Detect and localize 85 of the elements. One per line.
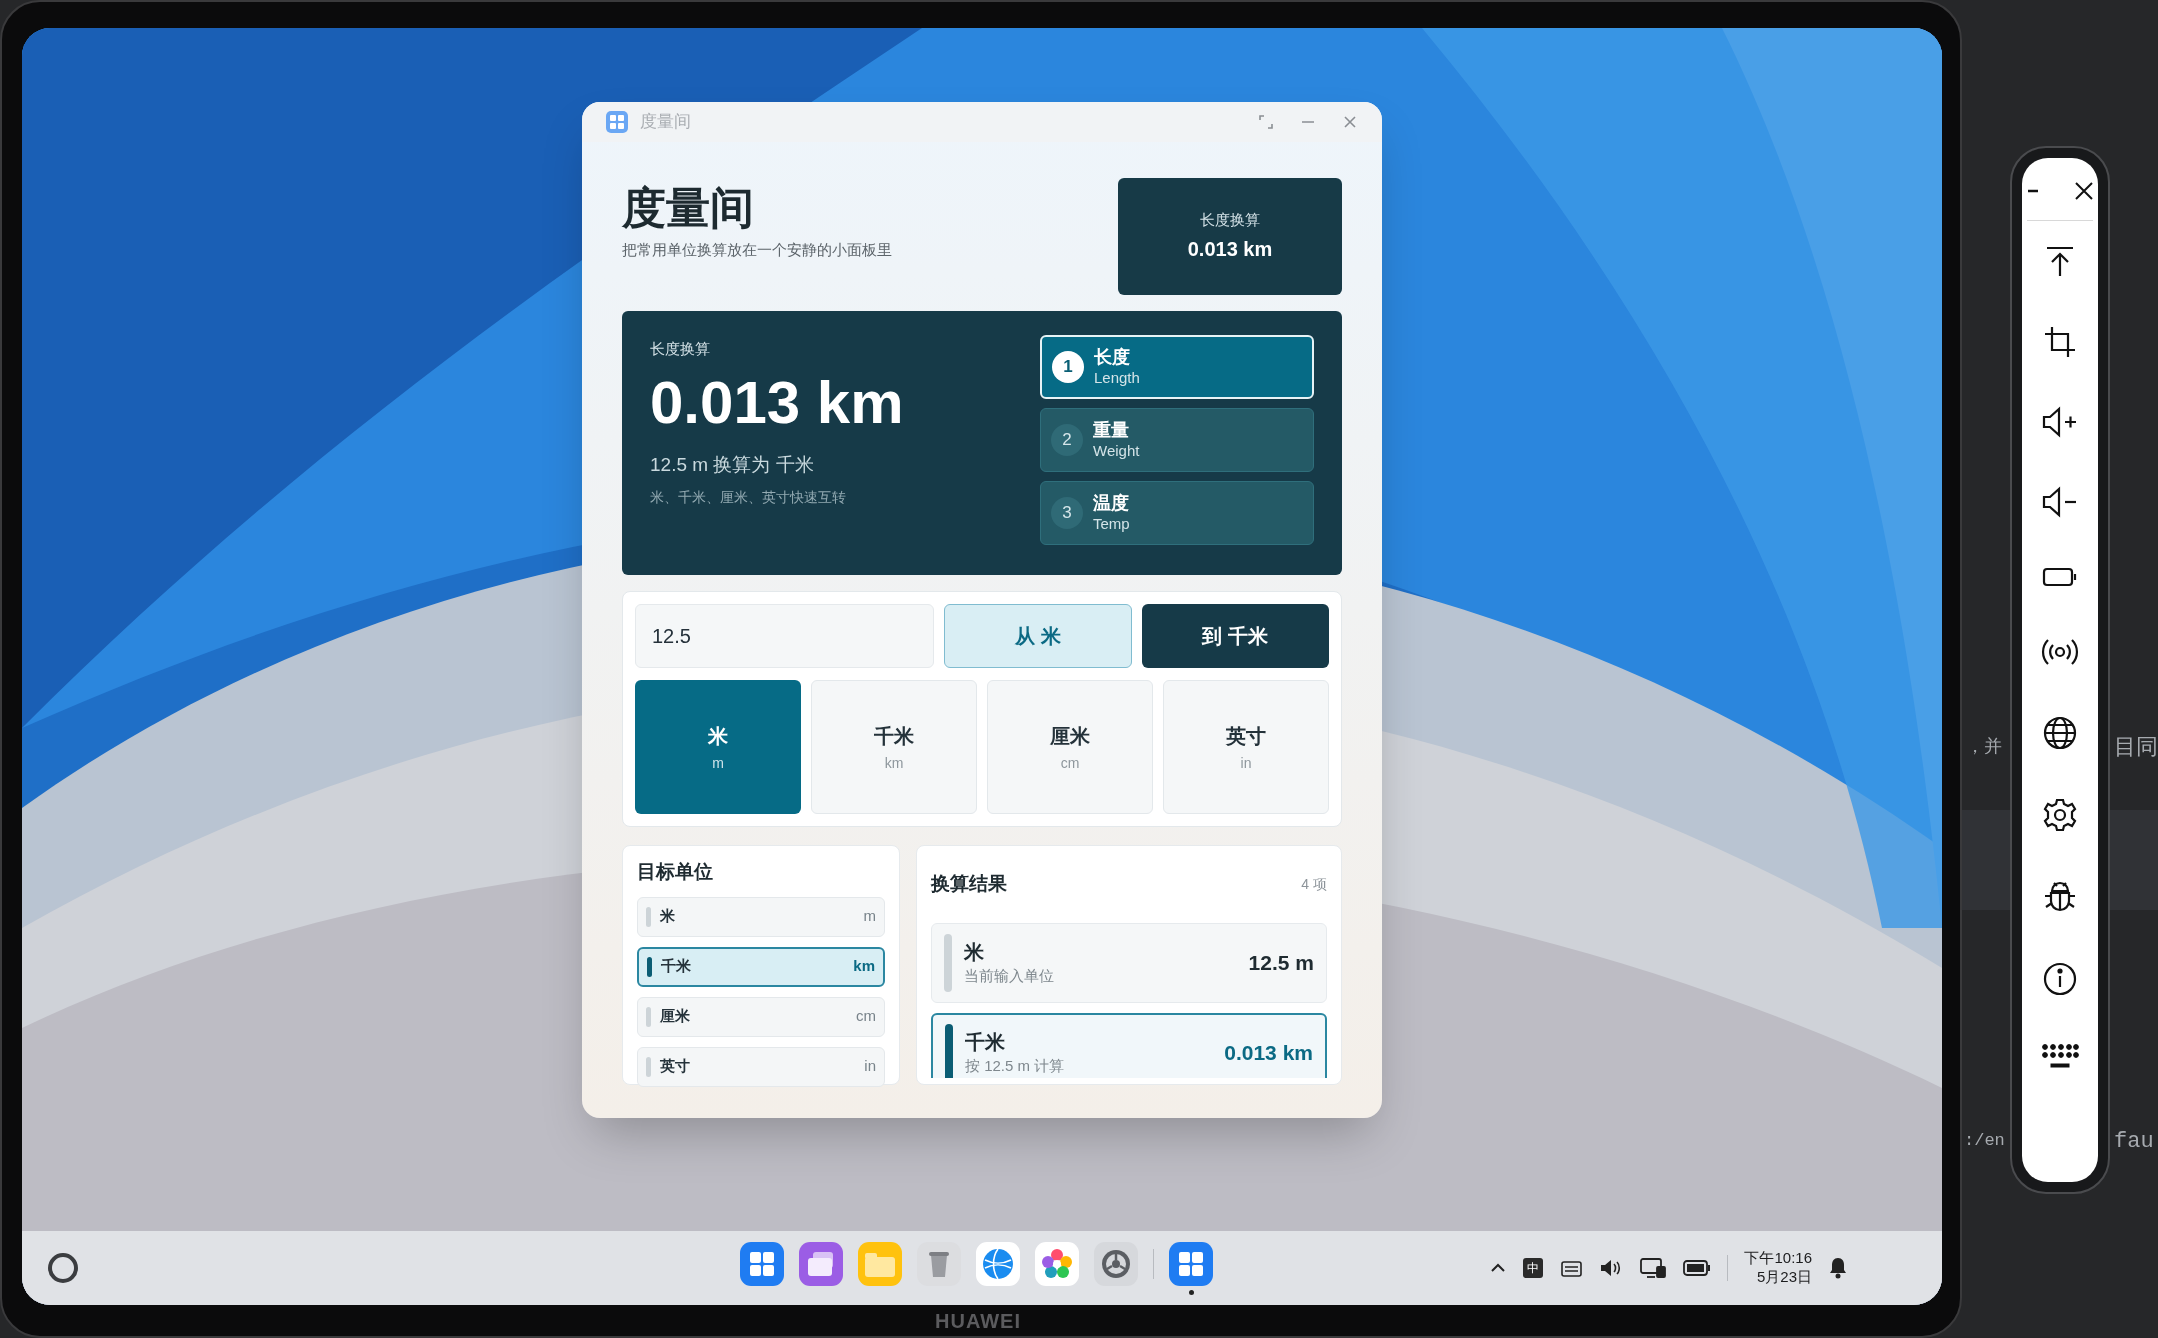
card-title: 换算结果 — [931, 872, 1007, 896]
clock-date: 5月23日 — [1756, 1268, 1812, 1287]
volume-down-icon[interactable] — [2041, 485, 2079, 519]
unit-name: 厘米 — [1050, 723, 1090, 749]
category-name: 重量 — [1093, 419, 1130, 442]
category-tab[interactable]: 3 温度 Temp — [1040, 481, 1314, 545]
app-title: 度量间 — [622, 182, 755, 234]
result-row[interactable]: 千米 按 12.5 m 计算 0.013 km — [931, 1012, 1327, 1078]
unit-abbreviation: cm — [1060, 753, 1080, 773]
globe-icon[interactable] — [2042, 715, 2078, 751]
result-unit-name: 米 — [964, 939, 985, 965]
home-icon[interactable] — [46, 1251, 80, 1285]
category-english-name: Weight — [1093, 441, 1140, 461]
display-icon[interactable] — [1639, 1257, 1668, 1279]
summary-value: 0.013 km — [1187, 236, 1273, 262]
result-row[interactable]: 米 当前输入单位 12.5 m — [931, 922, 1327, 1003]
notification-bell-icon[interactable] — [1828, 1257, 1848, 1279]
category-english-name: Length — [1094, 368, 1140, 388]
accent-bar — [945, 1023, 953, 1078]
result-unit-name: 千米 — [965, 1029, 1006, 1055]
flower-icon[interactable] — [1035, 1242, 1079, 1286]
unit-name: 米 — [708, 723, 728, 749]
unit-tile[interactable]: 厘米 cm — [987, 680, 1153, 814]
target-unit-item[interactable]: 厘米 cm — [637, 996, 885, 1037]
window-title: 度量间 — [640, 111, 691, 134]
category-tab[interactable]: 2 重量 Weight — [1040, 408, 1314, 472]
step-number: 3 — [1051, 497, 1083, 529]
app-icon — [606, 111, 628, 133]
result-note: 按 12.5 m 计算 — [965, 1056, 1065, 1076]
background-text: :/en — [1964, 1130, 2005, 1152]
trash-icon[interactable] — [917, 1242, 961, 1286]
to-unit-button[interactable]: 到 千米 — [1141, 604, 1329, 668]
accent-bar — [647, 956, 652, 977]
unit-tile[interactable]: 米 m — [635, 680, 801, 814]
accent-bar — [646, 1056, 651, 1077]
target-unit-item[interactable]: 千米 km — [637, 946, 885, 987]
accent-bar — [646, 1006, 651, 1027]
accent-bar — [646, 906, 651, 927]
result-note: 当前输入单位 — [964, 966, 1054, 986]
target-unit-item[interactable]: 英寸 in — [637, 1046, 885, 1087]
clock-time: 下午10:16 — [1744, 1249, 1812, 1268]
windows-icon[interactable] — [799, 1242, 843, 1286]
step-number: 1 — [1052, 351, 1084, 383]
brand-label: HUAWEI — [935, 1309, 1021, 1334]
background-text: fau — [2114, 1128, 2154, 1156]
close-icon[interactable] — [2073, 180, 2095, 202]
panel-label: 长度换算 — [650, 339, 711, 359]
info-icon[interactable] — [2042, 961, 2078, 997]
app-subtitle: 把常用单位换算放在一个安静的小面板里 — [622, 240, 892, 260]
card-title: 目标单位 — [637, 860, 714, 884]
keyboard-icon[interactable] — [2041, 1043, 2079, 1071]
app-grid-icon[interactable] — [740, 1242, 784, 1286]
summary-label: 长度换算 — [1200, 210, 1260, 231]
from-unit-button[interactable]: 从 米 — [944, 604, 1132, 668]
input-method-indicator[interactable]: 中 — [1523, 1258, 1544, 1278]
unit-name: 千米 — [874, 723, 914, 749]
category-tab[interactable]: 1 长度 Length — [1040, 335, 1314, 399]
unit-abbreviation: m — [712, 753, 724, 773]
unit-abbreviation: in — [1240, 753, 1252, 773]
result-count: 4 项 — [1301, 874, 1327, 894]
unit-abbreviation: km — [884, 753, 904, 773]
category-name: 温度 — [1093, 492, 1130, 515]
accent-bar — [944, 933, 952, 992]
battery-icon[interactable] — [2042, 565, 2078, 589]
value-input[interactable]: 12.5 — [635, 604, 934, 668]
step-number: 2 — [1051, 424, 1083, 456]
background-text: 目同 — [2114, 733, 2158, 761]
result-note: 米、千米、厘米、英寸快速互转 — [650, 488, 847, 507]
app-grid-icon[interactable] — [1169, 1242, 1213, 1286]
result-value: 12.5 m — [1248, 949, 1314, 976]
background-text: ，并 — [1966, 735, 2002, 758]
result-value: 0.013 km — [650, 372, 905, 433]
unit-name: 英寸 — [1226, 723, 1266, 749]
target-unit-item[interactable]: 米 m — [637, 896, 885, 937]
result-description: 12.5 m 换算为 千米 — [650, 452, 815, 477]
settings-icon[interactable] — [2042, 797, 2078, 833]
category-english-name: Temp — [1093, 514, 1130, 534]
category-name: 长度 — [1094, 346, 1131, 369]
unit-tile[interactable]: 千米 km — [811, 680, 977, 814]
volume-up-icon[interactable] — [2041, 405, 2079, 439]
keyboard-icon[interactable] — [1559, 1258, 1584, 1278]
unit-tile[interactable]: 英寸 in — [1163, 680, 1329, 814]
battery-icon[interactable] — [1683, 1260, 1712, 1276]
result-value: 0.013 km — [1224, 1039, 1313, 1066]
crop-icon[interactable] — [2043, 325, 2077, 359]
